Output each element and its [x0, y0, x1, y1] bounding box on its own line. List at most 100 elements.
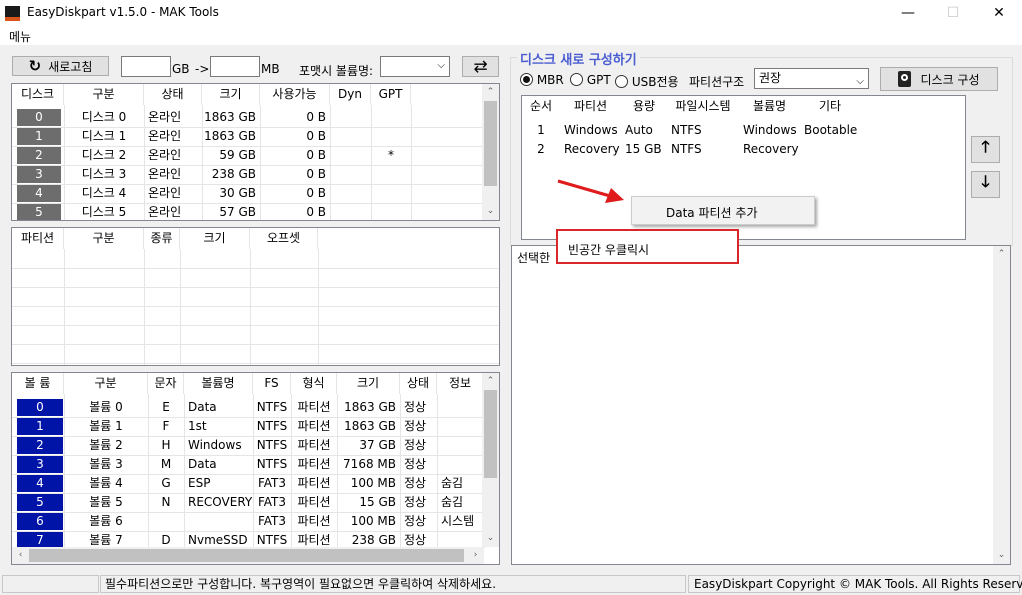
volume-number-badge[interactable]: 0	[17, 399, 63, 416]
volume-number-badge[interactable]: 1	[17, 418, 63, 435]
volume-scrollbar[interactable]: ⌃ ⌄	[482, 373, 499, 547]
disk-col-header[interactable]: GPT	[371, 84, 411, 105]
volume-number-badge[interactable]: 3	[17, 456, 63, 473]
layout-col-header[interactable]: 볼륨명	[739, 96, 800, 117]
add-data-partition-menu-item[interactable]: Data 파티션 추가	[666, 204, 757, 221]
volume-col-header[interactable]: 정보	[437, 373, 484, 394]
menu-item[interactable]: 메뉴	[9, 28, 31, 45]
build-disk-button[interactable]: 디스크 구성	[880, 67, 998, 91]
volume-col-header[interactable]: 볼륨명	[184, 373, 253, 394]
volume-col-header[interactable]: 볼 륨	[12, 373, 64, 394]
close-button[interactable]: ✕	[976, 0, 1022, 27]
structure-combo[interactable]: 권장 ⌵	[754, 68, 869, 89]
volume-col-header[interactable]: 상태	[400, 373, 437, 394]
disk-scrollbar[interactable]: ⌃ ⌄	[482, 84, 499, 220]
disk-col-header[interactable]: Dyn	[330, 84, 371, 105]
usb-radio[interactable]: USB전용	[615, 73, 679, 90]
layout-col-header[interactable]: 순서	[522, 96, 560, 117]
disk-cell: 온라인	[148, 129, 182, 143]
swap-icon: ⇄	[473, 56, 488, 77]
disk-cell: 온라인	[148, 110, 182, 124]
scroll-up-icon[interactable]: ⌃	[482, 84, 499, 101]
move-down-button[interactable]: 🡓	[971, 171, 1000, 198]
size-mb-input[interactable]	[210, 56, 260, 77]
partition-table: 파티션 구분 종류 크기 오프셋	[11, 227, 500, 366]
disk-number-badge[interactable]: 0	[17, 109, 61, 126]
gpt-radio[interactable]: GPT	[570, 73, 611, 87]
refresh-button[interactable]: ↻ 새로고침	[12, 56, 109, 76]
layout-col-header[interactable]: 용량	[621, 96, 667, 117]
disk-number-badge[interactable]: 2	[17, 147, 61, 164]
disk-col-header[interactable]: 상태	[144, 84, 202, 105]
volume-hscrollbar[interactable]: ‹ ›	[12, 547, 484, 564]
scroll-thumb[interactable]	[484, 390, 497, 478]
layout-col-header[interactable]: 파티션	[560, 96, 621, 117]
disk-col-header[interactable]: 디스크	[12, 84, 64, 105]
volume-cell: 37 GB	[359, 438, 396, 452]
row-divider	[12, 268, 499, 269]
disk-cell: 0 B	[306, 129, 326, 143]
scroll-thumb[interactable]	[484, 101, 497, 186]
mbr-radio[interactable]: MBR	[520, 73, 564, 87]
volume-col-header[interactable]: 문자	[148, 373, 184, 394]
column-divider	[371, 105, 372, 220]
disk-col-header[interactable]: 구분	[64, 84, 144, 105]
disk-cell	[330, 127, 371, 146]
scroll-up-icon[interactable]: ⌃	[482, 373, 499, 390]
refresh-label: 새로고침	[48, 59, 93, 74]
volume-cell: 정상	[404, 457, 427, 471]
volume-cell: 1863 GB	[344, 419, 396, 433]
column-divider	[337, 394, 338, 548]
disk-table: 디스크 구분 상태 크기 사용가능 Dyn GPT 0 디스크 0 온라인 1863 GB 0 B 1…	[11, 83, 500, 221]
partition-col-header[interactable]: 파티션	[12, 228, 64, 249]
column-divider	[330, 105, 331, 220]
status-bar: 필수파티션으로만 구성합니다. 복구영역이 필요없으면 우클릭하여 삭제하세요.…	[0, 573, 1022, 595]
disk-cell: 0 B	[306, 167, 326, 181]
disk-col-header[interactable]: 크기	[202, 84, 260, 105]
volume-number-badge[interactable]: 2	[17, 437, 63, 454]
volume-cell: 파티션	[297, 495, 331, 509]
scroll-down-icon[interactable]: ⌄	[482, 530, 499, 547]
hscroll-thumb[interactable]	[29, 549, 464, 562]
volume-number-badge[interactable]: 5	[17, 494, 63, 511]
scroll-down-icon[interactable]: ⌄	[482, 203, 499, 220]
disk-cell: 온라인	[148, 148, 182, 162]
chevron-down-icon: ⌵	[437, 60, 445, 71]
partition-col-header[interactable]: 종류	[144, 228, 180, 249]
minimize-button[interactable]: —	[885, 0, 931, 27]
volume-name-combo[interactable]: ⌵	[380, 56, 450, 77]
disk-number-badge[interactable]: 5	[17, 204, 61, 220]
layout-col-header[interactable]: 기타	[800, 96, 860, 117]
volume-number-badge[interactable]: 6	[17, 513, 63, 530]
volume-col-header[interactable]: 구분	[64, 373, 148, 394]
scroll-left-icon[interactable]: ‹	[12, 547, 29, 564]
disk-number-badge[interactable]: 4	[17, 185, 61, 202]
volume-col-header[interactable]: 형식	[291, 373, 337, 394]
partition-col-header[interactable]: 크기	[180, 228, 250, 249]
volume-cell	[437, 436, 484, 455]
maximize-button[interactable]: ☐	[930, 0, 976, 27]
size-gb-input[interactable]	[121, 56, 171, 77]
layout-col-header[interactable]: 파일시스템	[667, 96, 739, 117]
status-copyright: EasyDiskpart Copyright © MAK Tools. All …	[688, 575, 1022, 593]
column-divider	[64, 249, 65, 365]
log-scrollbar[interactable]: ⌃ ⌄	[993, 246, 1010, 564]
disk-number-badge[interactable]: 3	[17, 166, 61, 183]
volume-cell: H	[161, 438, 171, 452]
scroll-right-icon[interactable]: ›	[467, 547, 484, 564]
volume-col-header[interactable]: 크기	[337, 373, 400, 394]
volume-cell	[437, 417, 484, 436]
arrow-up-icon: 🡑	[981, 137, 990, 156]
volume-col-header[interactable]: FS	[253, 373, 291, 394]
disk-number-badge[interactable]: 1	[17, 128, 61, 145]
scroll-up-icon[interactable]: ⌃	[993, 246, 1010, 263]
partition-col-header[interactable]: 오프셋	[250, 228, 318, 249]
volume-cell: Windows	[188, 438, 242, 452]
partition-col-header[interactable]: 구분	[64, 228, 144, 249]
scroll-down-icon[interactable]: ⌄	[993, 547, 1010, 564]
disk-col-header[interactable]: 사용가능	[260, 84, 330, 105]
volume-number-badge[interactable]: 4	[17, 475, 63, 492]
move-up-button[interactable]: 🡑	[971, 136, 1000, 163]
swap-button[interactable]: ⇄	[462, 56, 499, 77]
log-textbox[interactable]: 선택한 ⌃ ⌄	[511, 245, 1011, 565]
